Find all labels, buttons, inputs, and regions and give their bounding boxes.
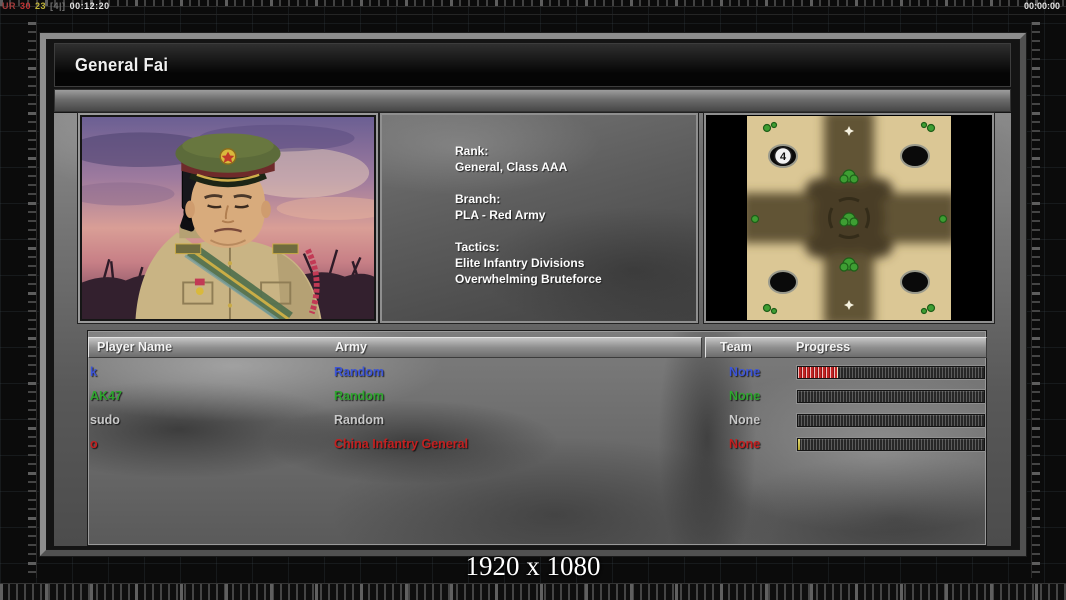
- debug-segment: UR: [2, 1, 16, 11]
- team-value: None: [729, 413, 761, 427]
- army-name: Random: [334, 413, 384, 427]
- player-row: k Random None: [88, 361, 986, 385]
- frame-line-top: [0, 14, 1066, 15]
- progress-bar: [797, 414, 985, 427]
- ruler-right: [1031, 22, 1040, 578]
- svg-text:4: 4: [780, 151, 787, 163]
- army-name: China Infantry General: [334, 437, 469, 451]
- debug-segment: 23: [35, 1, 47, 11]
- progress-bar: [797, 438, 985, 451]
- debug-segment: 00:12:20: [69, 1, 110, 11]
- map-preview-image: 4: [747, 116, 951, 320]
- lobby-table: k Random None AK47 Random None sudo Rand…: [88, 361, 986, 461]
- start-position-badge: 4: [773, 146, 793, 166]
- debug-segment: [4|]: [50, 1, 66, 11]
- header-progress: Progress: [796, 340, 851, 354]
- match-timer: 00:00:00: [1023, 1, 1060, 11]
- general-title: General Fai: [75, 55, 169, 75]
- general-bio-panel: Rank: General, Class AAA Branch: PLA - R…: [380, 113, 698, 323]
- army-name: Random: [334, 365, 384, 379]
- tactics-label: Tactics:: [455, 240, 500, 254]
- team-value: None: [729, 389, 761, 403]
- player-name: k: [90, 365, 97, 379]
- army-name: Random: [334, 389, 384, 403]
- title-divider-band: [54, 89, 1011, 112]
- lobby-header-left: Player Name Army: [88, 337, 702, 358]
- rank-value: General, Class AAA: [455, 160, 568, 174]
- ruler-bottom: [0, 583, 1066, 600]
- gentool-debug-overlay: UR 30 23 [4|] 00:12:20: [2, 1, 114, 11]
- lobby-header-right: Team Progress: [705, 337, 987, 358]
- progress-fill: [798, 367, 838, 378]
- loading-screen: { "hud": { "debug_segments": [ { "text":…: [0, 0, 1066, 600]
- map-preview: 4: [704, 113, 994, 323]
- debug-segment: 30: [20, 1, 32, 11]
- progress-bar: [797, 366, 985, 379]
- loading-panel: General Fai Rank: General, Class AAA Bra…: [40, 33, 1026, 556]
- header-team: Team: [720, 340, 752, 354]
- ruler-left: [28, 22, 37, 578]
- player-name: AK47: [90, 389, 122, 403]
- header-player-name: Player Name: [97, 340, 173, 354]
- tactics-value-2: Overwhelming Bruteforce: [455, 272, 602, 286]
- rank-label: Rank:: [455, 144, 489, 158]
- player-name: sudo: [90, 413, 120, 427]
- branch-value: PLA - Red Army: [455, 208, 546, 222]
- loading-panel-inner: General Fai Rank: General, Class AAA Bra…: [46, 39, 1020, 550]
- general-portrait-image: [82, 117, 374, 319]
- team-value: None: [729, 437, 761, 451]
- progress-fill: [798, 439, 800, 450]
- resolution-label: 1920 x 1080: [465, 551, 601, 581]
- player-row: o China Infantry General None: [88, 433, 986, 457]
- tactics-value-1: Elite Infantry Divisions: [455, 256, 585, 270]
- ruler-top: [0, 0, 1066, 7]
- progress-bar: [797, 390, 985, 403]
- player-name: o: [90, 437, 98, 451]
- general-portrait: [78, 113, 378, 323]
- player-row: sudo Random None: [88, 409, 986, 433]
- branch-label: Branch:: [455, 192, 501, 206]
- header-army: Army: [335, 340, 367, 354]
- title-bar: General Fai: [54, 43, 1011, 87]
- player-row: AK47 Random None: [88, 385, 986, 409]
- team-value: None: [729, 365, 761, 379]
